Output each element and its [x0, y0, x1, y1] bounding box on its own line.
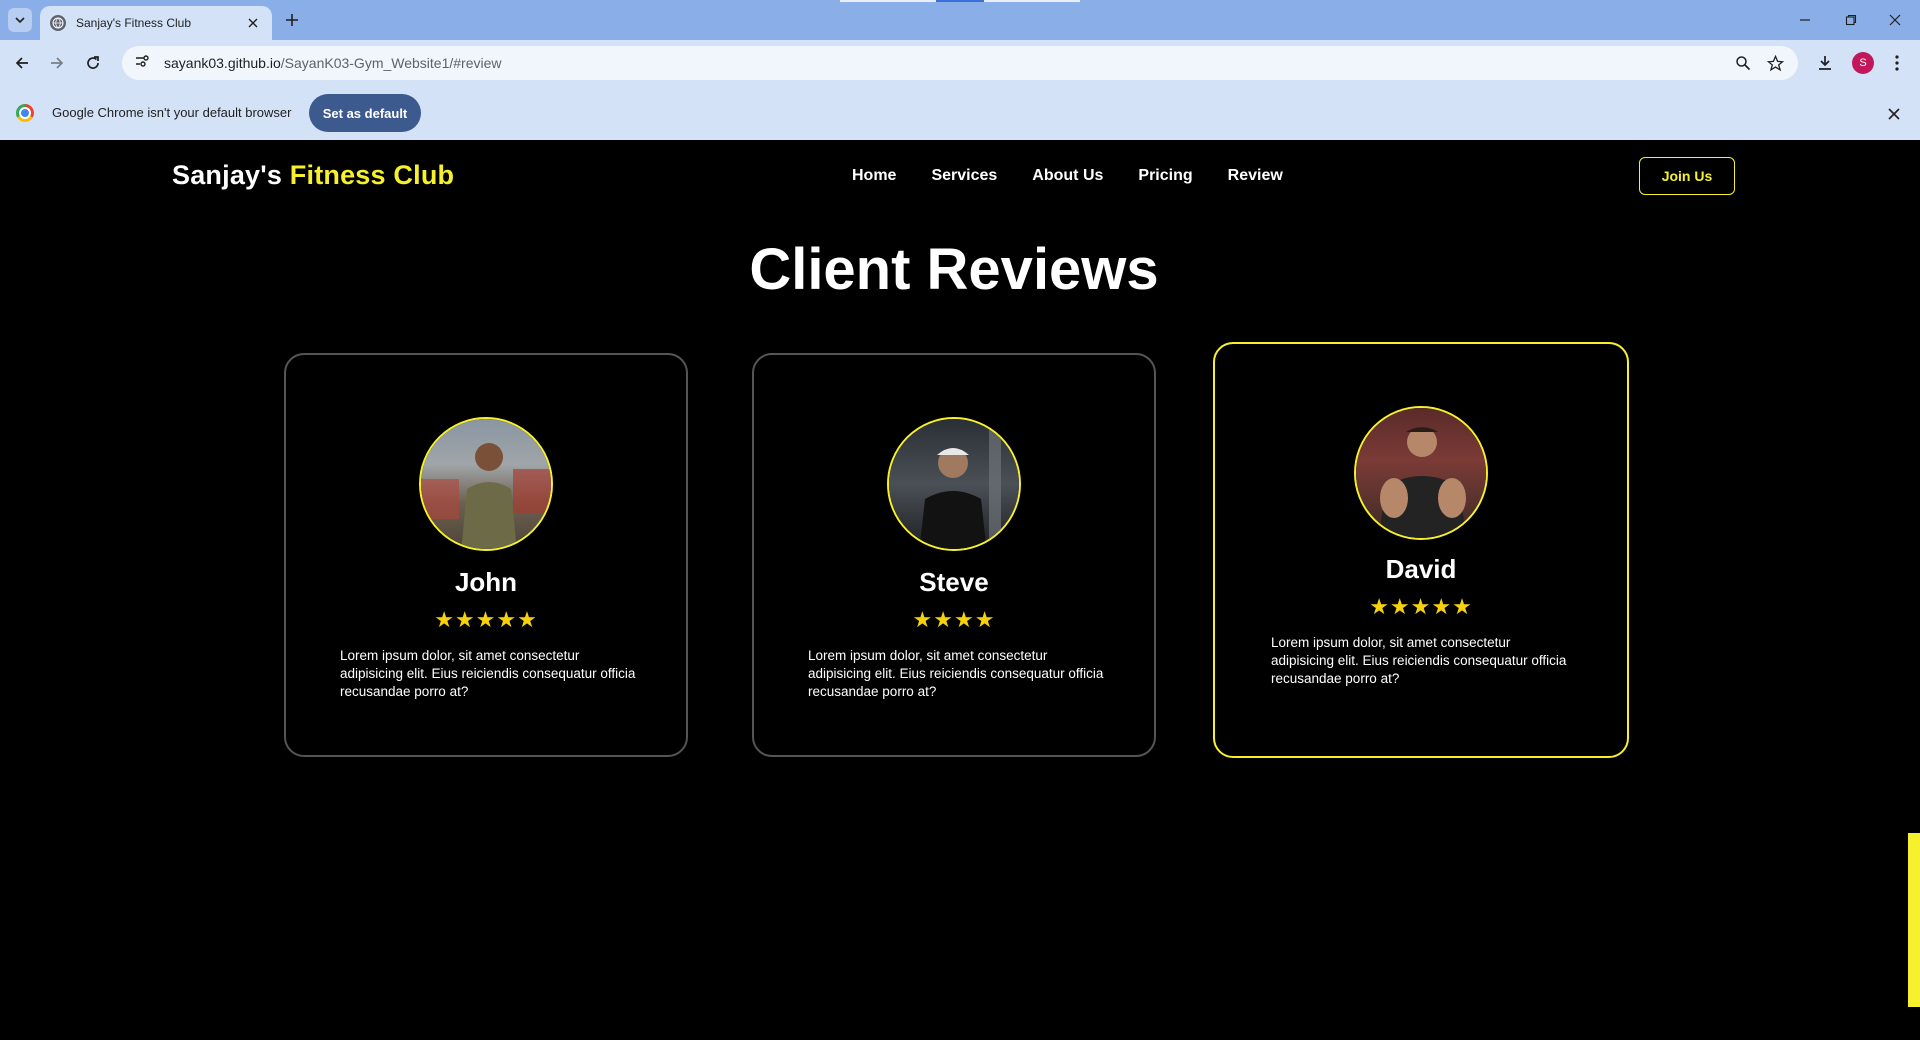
chrome-logo-icon — [16, 104, 34, 122]
nav-link-services[interactable]: Services — [931, 167, 997, 185]
reviewer-name: Steve — [919, 567, 989, 597]
rating-stars: ★★★★★ — [434, 607, 538, 632]
review-card-highlighted: David ★★★★★ Lorem ipsum dolor, sit amet … — [1213, 342, 1629, 758]
reviewer-name: John — [454, 567, 518, 597]
page-scrollbar-thumb[interactable] — [1908, 833, 1920, 1007]
web-page: Sanjay's Fitness Club Home Services Abou… — [0, 140, 1920, 1040]
nav-link-pricing[interactable]: Pricing — [1138, 167, 1192, 185]
review-card: Steve ★★★★ Lorem ipsum dolor, sit amet c… — [752, 353, 1156, 757]
reviewer-name: David — [1385, 554, 1457, 584]
section-title: Client Reviews — [749, 237, 1159, 302]
window-drag-region — [984, 0, 1080, 2]
tab-search-chevron-icon[interactable] — [8, 8, 32, 32]
person-silhouette-icon — [919, 419, 1001, 549]
site-logo[interactable]: Sanjay's Fitness Club — [172, 160, 454, 191]
forward-arrow-icon[interactable] — [45, 51, 69, 75]
avatar-photo — [421, 419, 551, 549]
logo-accent-text: Fitness Club — [289, 160, 455, 190]
review-text: Lorem ipsum dolor, sit amet consectetur … — [1271, 635, 1567, 686]
rating-stars: ★★★★ — [912, 607, 996, 632]
window-drag-region — [840, 0, 936, 2]
tab-title: Sanjay's Fitness Club — [76, 16, 192, 30]
globe-icon — [50, 15, 66, 31]
back-arrow-icon[interactable] — [10, 51, 34, 75]
person-silhouette-icon — [1378, 427, 1468, 538]
browser-tab[interactable]: Sanjay's Fitness Club — [40, 6, 272, 40]
person-silhouette-icon — [421, 443, 551, 549]
review-card: John ★★★★★ Lorem ipsum dolor, sit amet c… — [284, 353, 688, 757]
avatar — [887, 417, 1021, 551]
url-path: /SayanK03-Gym_Website1/#review — [280, 55, 502, 71]
rating-stars: ★★★★★ — [1369, 594, 1473, 619]
kebab-menu-icon[interactable] — [1886, 52, 1908, 74]
restore-icon[interactable] — [1836, 8, 1866, 32]
new-tab-plus-icon[interactable] — [282, 10, 302, 30]
nav-link-review[interactable]: Review — [1228, 167, 1283, 185]
nav-link-about[interactable]: About Us — [1032, 167, 1103, 185]
main-nav: Home Services About Us Pricing Review — [852, 167, 1283, 185]
reload-icon[interactable] — [81, 51, 105, 75]
profile-avatar[interactable]: S — [1852, 52, 1874, 74]
logo-main-text: Sanjay's — [172, 160, 283, 190]
url-text[interactable]: sayank03.github.io/SayanK03-Gym_Website1… — [164, 55, 502, 71]
infobar-message: Google Chrome isn't your default browser — [52, 105, 292, 120]
default-browser-infobar: Google Chrome isn't your default browser — [0, 86, 1920, 140]
set-as-default-button[interactable]: Set as default — [309, 94, 421, 132]
site-settings-icon[interactable] — [134, 53, 150, 74]
review-text: Lorem ipsum dolor, sit amet consectetur … — [340, 648, 636, 699]
address-bar[interactable]: sayank03.github.io/SayanK03-Gym_Website1… — [122, 46, 1798, 80]
review-text: Lorem ipsum dolor, sit amet consectetur … — [808, 648, 1104, 699]
avatar — [1354, 406, 1488, 540]
join-us-button[interactable]: Join Us — [1639, 157, 1735, 195]
zoom-icon[interactable] — [1734, 54, 1752, 72]
nav-link-home[interactable]: Home — [852, 167, 896, 185]
bookmark-star-icon[interactable] — [1766, 54, 1784, 72]
download-icon[interactable] — [1814, 52, 1836, 74]
window-close-icon[interactable] — [1880, 8, 1910, 32]
avatar-photo — [889, 419, 1019, 549]
close-icon[interactable] — [244, 14, 262, 32]
minimize-icon[interactable] — [1790, 8, 1820, 32]
window-drag-region — [936, 0, 984, 2]
avatar — [419, 417, 553, 551]
browser-tab-strip: Sanjay's Fitness Club — [0, 0, 1920, 40]
url-host: sayank03.github.io — [164, 55, 281, 71]
infobar-close-icon[interactable] — [1884, 104, 1904, 124]
avatar-photo — [1356, 408, 1486, 538]
